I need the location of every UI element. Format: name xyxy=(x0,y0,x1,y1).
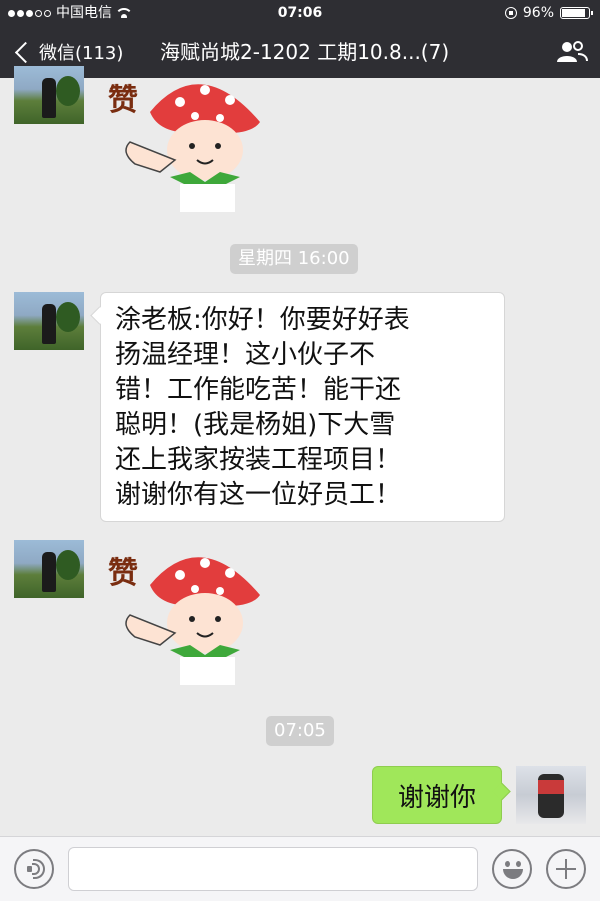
message-bubble-outgoing[interactable]: 谢谢你 xyxy=(372,766,502,824)
my-avatar[interactable] xyxy=(516,766,586,824)
timestamp: 星期四 16:00 xyxy=(230,244,358,274)
sender-avatar[interactable] xyxy=(14,66,84,124)
message-text: 涂老板:你好！你要好好表 扬温经理！这小伙子不 错！工作能吃苦！能干还 聪明！(… xyxy=(115,305,410,510)
timestamp: 07:05 xyxy=(266,716,334,746)
status-bar: 中国电信 07:06 96% xyxy=(0,0,600,26)
back-label: 微信(113) xyxy=(39,43,124,64)
rotation-lock-icon xyxy=(504,7,517,19)
thumbs-up-sticker[interactable]: 赞 xyxy=(100,545,280,685)
battery-percent: 96% xyxy=(522,5,554,21)
group-info-icon[interactable] xyxy=(556,40,588,64)
nav-bar: 微信(113) 海赋尚城2-1202 工期10.8...(7) xyxy=(0,26,600,78)
sticker-text: 赞 xyxy=(108,83,138,118)
message-text: 谢谢你 xyxy=(397,782,476,813)
chevron-left-icon xyxy=(14,41,37,63)
voice-input-button[interactable] xyxy=(14,849,54,889)
more-button[interactable] xyxy=(546,849,586,889)
top-bar: 中国电信 07:06 96% 微信(113) 海赋尚城2-1202 工期10.8… xyxy=(0,0,600,78)
message-bubble[interactable]: 涂老板:你好！你要好好表 扬温经理！这小伙子不 错！工作能吃苦！能干还 聪明！(… xyxy=(100,292,505,522)
message-input[interactable] xyxy=(68,847,478,891)
thumbs-up-sticker[interactable]: 赞 xyxy=(100,72,280,212)
sticker-text: 赞 xyxy=(108,556,138,591)
emoji-icon xyxy=(505,861,510,867)
battery-icon xyxy=(560,7,593,19)
sender-avatar[interactable] xyxy=(14,292,84,350)
input-bar xyxy=(0,836,600,901)
emoji-button[interactable] xyxy=(492,849,532,889)
chat-title: 海赋尚城2-1202 工期10.8...(7) xyxy=(160,40,450,64)
sender-avatar[interactable] xyxy=(14,540,84,598)
status-right: 96% xyxy=(504,0,593,26)
